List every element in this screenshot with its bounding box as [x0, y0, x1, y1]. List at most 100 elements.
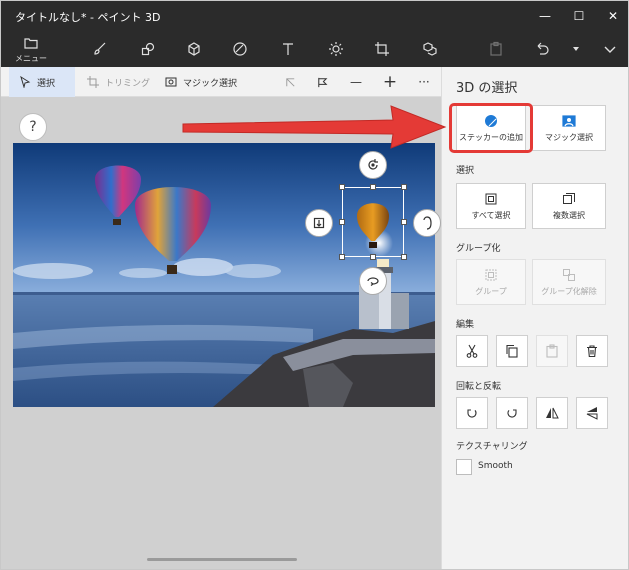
multi-select-label: 複数選択: [553, 210, 585, 220]
paint-3d-window: タイトルなし* - ペイント 3D — ☐ ✕ メニュー 選択 トリミング マジ…: [0, 0, 629, 570]
undo-button[interactable]: [523, 31, 561, 67]
chevron-down-icon: [604, 46, 616, 53]
rotate-x-icon: [367, 277, 379, 286]
plus-icon: +: [382, 72, 398, 92]
rotate-right-icon: [507, 409, 517, 418]
flip-horizontal-button[interactable]: [536, 397, 568, 429]
brush-tool[interactable]: [81, 31, 119, 67]
help-button[interactable]: ?: [19, 113, 47, 141]
rotate-right-button[interactable]: [496, 397, 528, 429]
paste-icon: [490, 41, 502, 56]
3d-shapes-tool[interactable]: [175, 31, 213, 67]
horizontal-scrollbar[interactable]: [147, 558, 297, 561]
resize-handle-bottom-left[interactable]: [339, 254, 345, 260]
window-title: タイトルなし* - ペイント 3D: [15, 11, 161, 24]
minimize-button[interactable]: —: [528, 1, 562, 31]
text-tool[interactable]: [269, 31, 307, 67]
resize-handle-top[interactable]: [370, 184, 376, 190]
effects-tool[interactable]: [317, 31, 355, 67]
rotate-y-button[interactable]: [413, 209, 441, 237]
red-arrow-annotation: [182, 105, 447, 149]
crop-icon: [87, 76, 99, 88]
history-dropdown[interactable]: [561, 31, 591, 67]
select-all-button[interactable]: すべて選択: [456, 183, 526, 229]
smooth-checkbox[interactable]: [456, 459, 472, 475]
magic-select-tool-label: マジック選択: [183, 78, 238, 89]
cursor-icon: [20, 76, 31, 88]
select-tool[interactable]: 選択: [9, 67, 75, 97]
cut-button[interactable]: [456, 335, 488, 367]
mixed-reality-button[interactable]: [307, 67, 337, 97]
effects-icon: [329, 42, 343, 56]
canvas-icon: [375, 42, 389, 56]
flip-vertical-icon: [586, 407, 598, 420]
rotate-icon: [368, 159, 378, 170]
multi-select-button[interactable]: 複数選択: [532, 183, 606, 229]
maximize-button[interactable]: ☐: [562, 1, 596, 31]
depth-button[interactable]: [305, 209, 333, 237]
rotate-y-icon: [423, 216, 432, 230]
menu-button[interactable]: メニュー: [11, 31, 51, 67]
zoom-out-button[interactable]: —: [341, 67, 371, 97]
menu-label: メニュー: [15, 53, 47, 63]
paste-button[interactable]: [536, 335, 568, 367]
ellipsis-icon: ···: [418, 75, 430, 89]
multi-select-icon: [563, 192, 575, 204]
3d-shapes-icon: [188, 42, 200, 56]
minimize-icon: —: [539, 9, 551, 23]
resize-handle-top-left[interactable]: [339, 184, 345, 190]
selection-toolbar: 選択 トリミング マジック選択 — + ···: [1, 67, 441, 97]
section-texturing-label: テクスチャリング: [456, 442, 528, 452]
rotate-z-button[interactable]: [359, 151, 387, 179]
resize-handle-bottom-right[interactable]: [401, 254, 407, 260]
rotate-left-button[interactable]: [456, 397, 488, 429]
group-button[interactable]: グループ: [456, 259, 526, 305]
select-all-label: すべて選択: [471, 210, 511, 220]
undo-icon: [537, 42, 549, 55]
3d-library-tool[interactable]: [411, 31, 449, 67]
close-button[interactable]: ✕: [596, 1, 628, 31]
paste-tool[interactable]: [477, 31, 515, 67]
magic-select-tool[interactable]: マジック選択: [165, 67, 237, 97]
crop-tool[interactable]: トリミング: [87, 67, 150, 97]
section-edit-label: 編集: [456, 320, 475, 330]
resize-handle-top-right[interactable]: [401, 184, 407, 190]
delete-button[interactable]: [576, 335, 608, 367]
main-toolbar: メニュー: [1, 31, 628, 67]
magic-select-icon: [562, 114, 576, 127]
crop-tool-label: トリミング: [105, 78, 151, 89]
folder-icon: [24, 37, 38, 49]
group-label: グループ: [475, 286, 507, 296]
canvas-tool[interactable]: [363, 31, 401, 67]
flip-vertical-button[interactable]: [576, 397, 608, 429]
2d-shapes-tool[interactable]: [129, 31, 167, 67]
3d-library-icon: [423, 42, 437, 56]
copy-button[interactable]: [496, 335, 528, 367]
depth-icon: [313, 217, 325, 229]
resize-handle-left[interactable]: [339, 219, 345, 225]
section-group-label: グループ化: [456, 244, 501, 254]
more-options-button[interactable]: ···: [409, 67, 439, 97]
ungroup-icon: [563, 268, 575, 281]
rotate-x-button[interactable]: [359, 267, 387, 295]
magic-select-button[interactable]: マジック選択: [532, 105, 606, 151]
section-rotate-label: 回転と反転: [456, 382, 502, 392]
ungroup-button[interactable]: グループ化解除: [532, 259, 606, 305]
selection-box[interactable]: [339, 184, 407, 260]
select-tool-label: 選択: [37, 78, 56, 89]
resize-handle-right[interactable]: [401, 219, 407, 225]
brush-icon: [94, 42, 106, 55]
add-sticker-highlight: [449, 103, 533, 153]
rotate-left-icon: [467, 409, 477, 418]
group-icon: [485, 269, 497, 280]
section-select-label: 選択: [456, 166, 475, 176]
smooth-label: Smooth: [478, 461, 513, 471]
view-3d-button[interactable]: [275, 67, 305, 97]
3d-view-icon: [285, 77, 295, 87]
expand-button[interactable]: [591, 31, 628, 67]
2d-shapes-icon: [141, 42, 155, 56]
zoom-in-button[interactable]: +: [375, 67, 405, 97]
resize-handle-bottom[interactable]: [370, 254, 376, 260]
caret-down-icon: [573, 47, 579, 51]
stickers-tool[interactable]: [221, 31, 259, 67]
